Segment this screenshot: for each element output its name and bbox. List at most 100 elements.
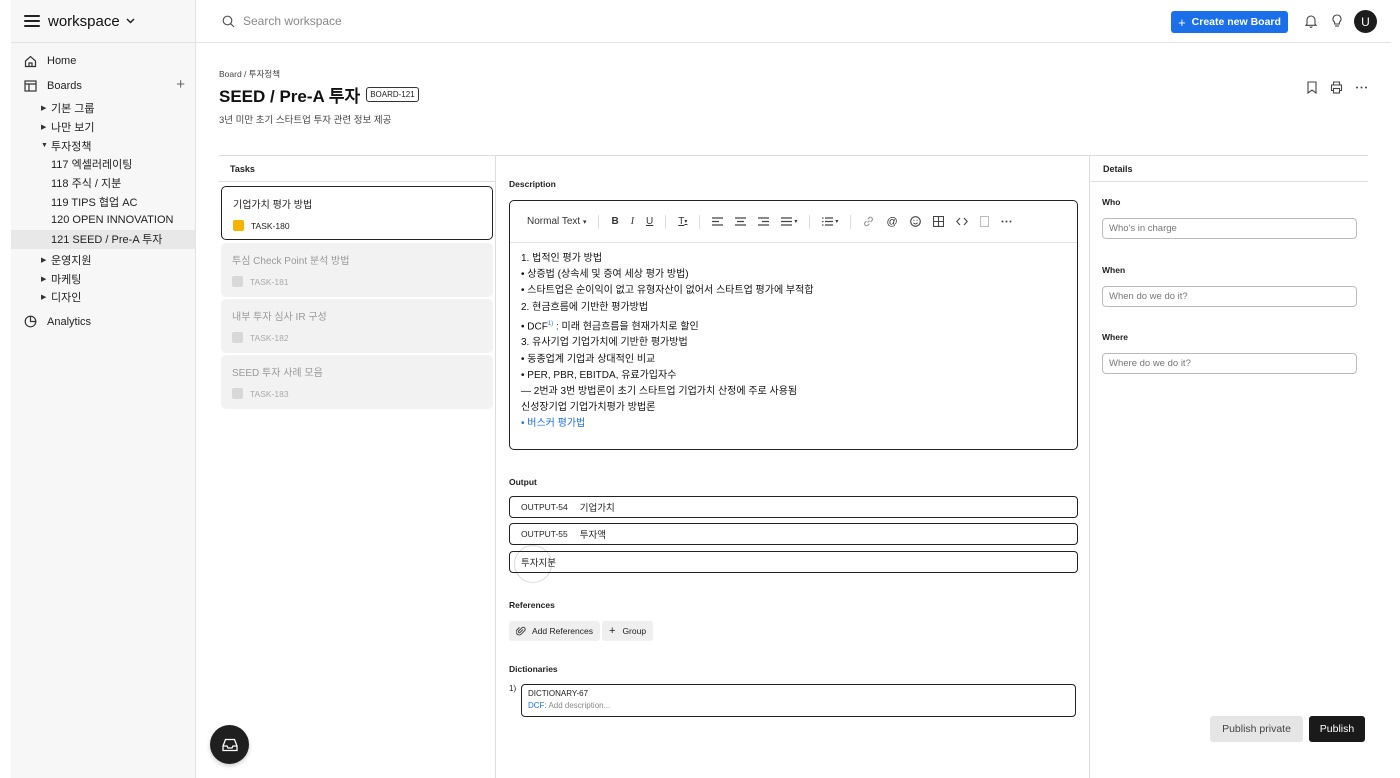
dictionary-description-input[interactable]: Add description... — [548, 701, 610, 710]
task-name: 투심 Check Point 분석 방법 — [232, 256, 350, 267]
status-square-icon — [232, 332, 243, 343]
sidebar-item-analytics[interactable]: Analytics — [11, 310, 195, 334]
board-panes: Tasks 기업가치 평가 방법 TASK-180 투심 Check Point… — [219, 155, 1368, 778]
where-field[interactable]: Where do we do it? — [1102, 353, 1357, 374]
content-line: • 버스커 평가법 — [521, 418, 586, 430]
lightbulb-icon[interactable] — [1331, 14, 1343, 31]
tree-label: 121 SEED / Pre-A 투자 — [51, 234, 163, 247]
more-options-icon[interactable] — [1001, 220, 1012, 223]
menu-icon[interactable] — [24, 15, 40, 27]
toolbar-divider — [598, 214, 600, 229]
dcf-text: : 미래 현금흐름을 현재가치로 할인 — [553, 321, 699, 333]
bookmark-icon[interactable] — [1306, 81, 1318, 97]
text-style-select[interactable]: Normal Text ▾ — [527, 216, 586, 227]
description-content[interactable]: 1. 법적인 평가 방법 • 상증법 (상속세 및 증여 세상 평가 방법) •… — [510, 243, 1077, 433]
create-board-button[interactable]: + Create new Board — [1171, 11, 1288, 33]
output-name: 투자액 — [579, 530, 606, 541]
new-output-input[interactable]: 투자지분 — [509, 551, 1078, 573]
more-icon[interactable] — [1355, 81, 1368, 97]
link-icon[interactable] — [863, 216, 874, 227]
description-label: Description — [509, 179, 556, 189]
sidebar-item-home[interactable]: Home — [11, 49, 195, 73]
tree-item-design[interactable]: ▶ 디자인 — [11, 288, 195, 307]
bold-icon[interactable]: B — [611, 216, 618, 227]
references-label: References — [509, 600, 555, 610]
tasks-header: Tasks — [219, 156, 495, 182]
content-line: • 상증법 (상속세 및 증여 세상 평가 방법) — [521, 269, 689, 281]
add-references-button[interactable]: Add References — [509, 621, 600, 641]
content-line: 1. 법적인 평가 방법 — [521, 253, 603, 264]
tasks-panel: Tasks 기업가치 평가 방법 TASK-180 투심 Check Point… — [219, 156, 496, 778]
left-margin — [0, 0, 11, 778]
search-input[interactable]: Search workspace — [222, 14, 342, 28]
output-id: OUTPUT-55 — [521, 529, 568, 539]
text-color-icon[interactable]: T ▾ — [678, 216, 687, 227]
description-editor[interactable]: Normal Text ▾ B I U T ▾ ▾ ▾ @ 1. 법적인 평가 … — [509, 200, 1078, 450]
add-references-label: Add References — [532, 626, 593, 636]
tree-item-group[interactable]: ▶ 기본 그룹 — [11, 99, 195, 118]
print-icon[interactable] — [1330, 81, 1343, 97]
publish-private-button[interactable]: Publish private — [1210, 716, 1303, 742]
caret-right-icon: ▶ — [41, 275, 47, 283]
chevron-down-icon: ▾ — [582, 218, 587, 226]
code-icon[interactable] — [955, 217, 968, 226]
list-icon[interactable]: ▾ — [822, 217, 838, 226]
output-item[interactable]: OUTPUT-54 기업가치 — [509, 496, 1078, 518]
tree-item-policy[interactable]: ▼ 투자정책 — [11, 136, 195, 155]
align-center-icon[interactable] — [735, 217, 747, 226]
editor-toolbar: Normal Text ▾ B I U T ▾ ▾ ▾ @ — [510, 201, 1077, 243]
output-id: OUTPUT-54 — [521, 502, 568, 512]
underline-icon[interactable]: U — [646, 216, 653, 227]
tree-item-118[interactable]: 118 주식 / 지분 — [11, 174, 195, 193]
caret-right-icon: ▶ — [41, 256, 47, 264]
tree-item-ops[interactable]: ▶ 운영지원 — [11, 251, 195, 270]
new-output-value: 투자지분 — [521, 558, 556, 569]
dictionary-number: 1) — [509, 684, 517, 693]
dictionary-entry[interactable]: DICTIONARY-67 DCF: Add description... — [521, 684, 1076, 717]
text-style-label: Normal Text — [527, 216, 581, 227]
breadcrumb[interactable]: Board / 투자정책 — [219, 68, 280, 80]
sidebar-item-boards[interactable]: Boards + — [11, 74, 195, 98]
task-card[interactable]: 기업가치 평가 방법 TASK-180 — [221, 186, 493, 240]
bell-icon[interactable] — [1304, 14, 1318, 31]
where-label: Where — [1102, 332, 1128, 342]
when-field[interactable]: When do we do it? — [1102, 286, 1357, 307]
inbox-button[interactable] — [210, 725, 249, 764]
chevron-down-icon[interactable] — [126, 15, 135, 27]
tree-item-121[interactable]: 121 SEED / Pre-A 투자 — [11, 229, 195, 249]
emoji-icon[interactable] — [909, 216, 921, 227]
tree-item-119[interactable]: 119 TIPS 협업 AC — [11, 192, 195, 211]
align-left-icon[interactable] — [712, 217, 724, 226]
app-logo: workspace — [48, 12, 120, 30]
tree-item-marketing[interactable]: ▶ 마케팅 — [11, 269, 195, 288]
tree-item-private[interactable]: ▶ 나만 보기 — [11, 118, 195, 137]
page-break-icon[interactable] — [979, 216, 989, 227]
task-card[interactable]: 투심 Check Point 분석 방법 TASK-181 — [221, 243, 493, 297]
table-icon[interactable] — [932, 216, 944, 227]
right-margin — [1391, 0, 1400, 778]
content-line: — 2번과 3번 방법론이 초기 스타트업 기업가치 산정에 주로 사용됨 — [521, 385, 798, 397]
content-line: • 동종업계 기업과 상대적인 비교 — [521, 353, 656, 365]
align-right-icon[interactable] — [758, 217, 770, 226]
header-actions — [1306, 81, 1368, 97]
mention-icon[interactable]: @ — [886, 216, 897, 228]
dcf-term: • DCF — [521, 321, 548, 333]
add-group-button[interactable]: + Group — [602, 621, 654, 641]
avatar[interactable]: U — [1354, 10, 1377, 33]
output-item[interactable]: OUTPUT-55 투자액 — [509, 523, 1078, 545]
add-board-icon[interactable]: + — [176, 76, 185, 93]
who-field[interactable]: Who's in charge — [1102, 218, 1357, 239]
task-card[interactable]: SEED 투자 사례 모음 TASK-183 — [221, 355, 493, 409]
sidebar: workspace Home Boards + ▶ 기본 그룹 ▶ 나만 보기 ▼ 투… — [11, 0, 196, 778]
task-id-label: TASK-183 — [250, 388, 289, 399]
caret-right-icon: ▶ — [41, 105, 47, 113]
sidebar-item-label: Boards — [47, 80, 82, 92]
task-card[interactable]: 내부 투자 심사 IR 구성 TASK-182 — [221, 299, 493, 353]
paperclip-icon — [516, 626, 526, 636]
workspace-switcher[interactable]: workspace — [11, 0, 195, 43]
align-justify-icon[interactable]: ▾ — [781, 217, 797, 226]
tree-item-117[interactable]: 117 엑셀러레이팅 — [11, 155, 195, 174]
italic-icon[interactable]: I — [631, 216, 634, 227]
tree-item-120[interactable]: 120 OPEN INNOVATION — [11, 211, 195, 230]
publish-button[interactable]: Publish — [1309, 716, 1365, 742]
